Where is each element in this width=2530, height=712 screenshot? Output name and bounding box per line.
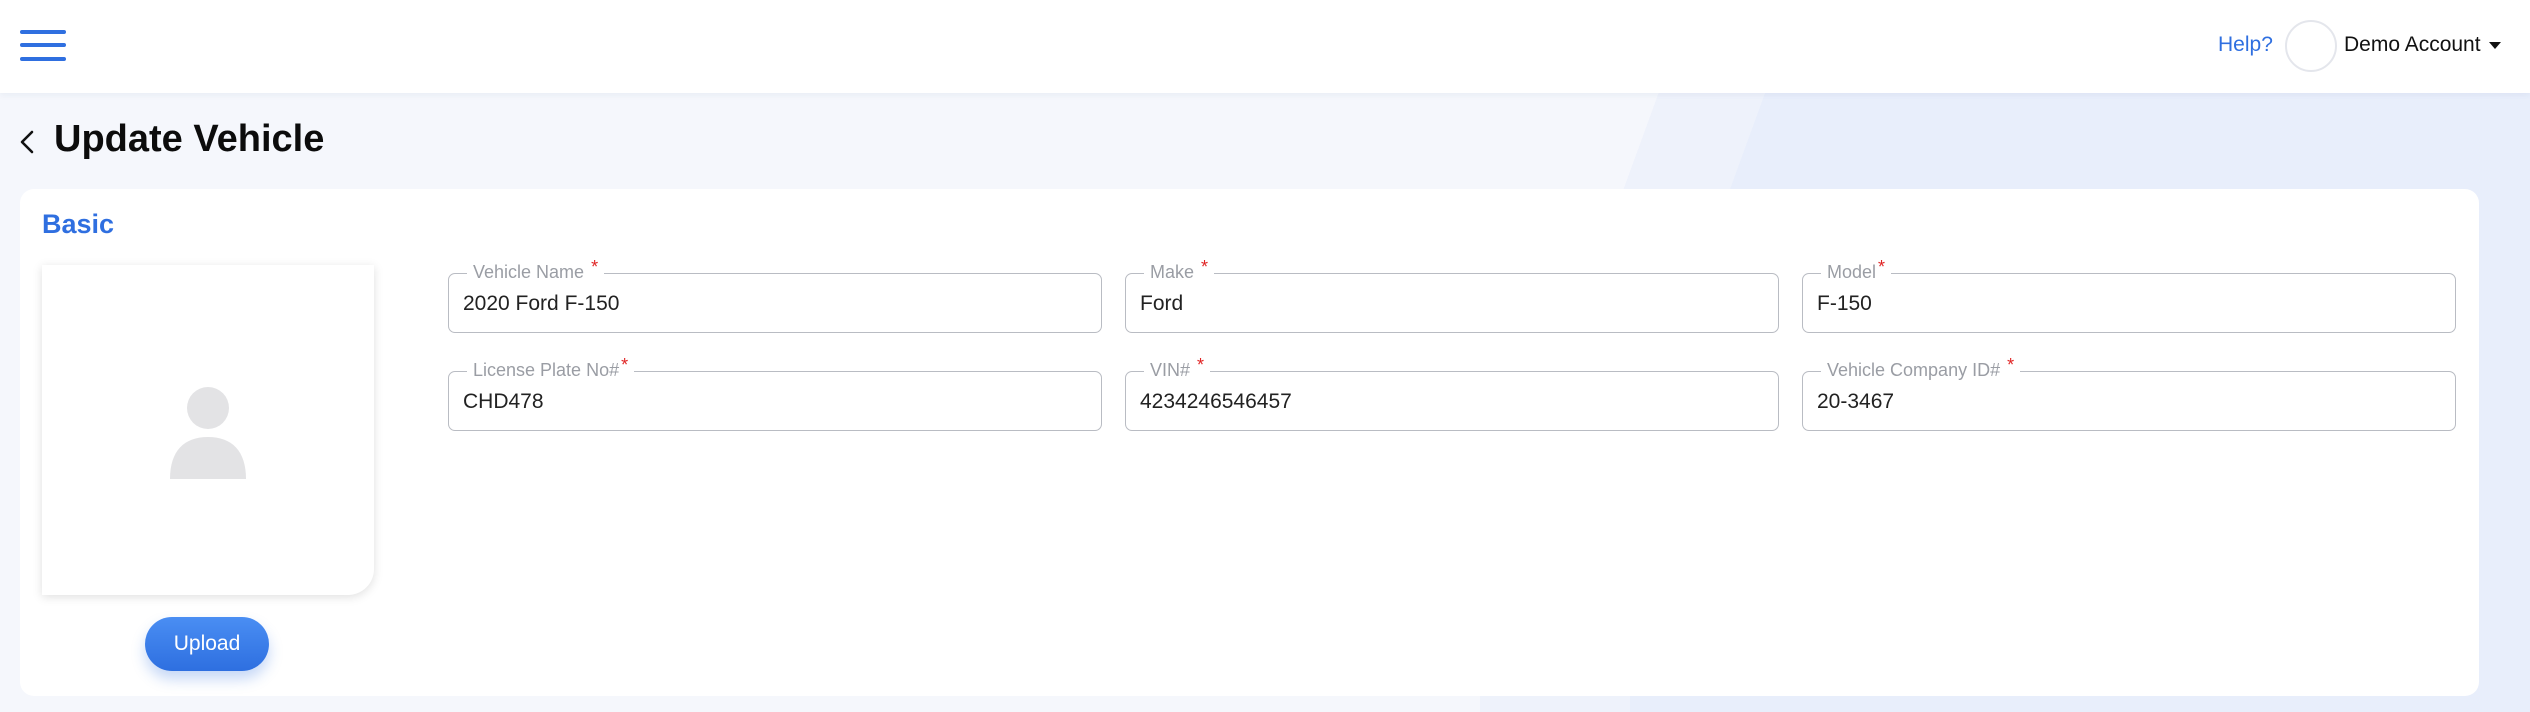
basic-info-card: Basic Upload Vehicle Name * Make * Model… xyxy=(20,189,2479,696)
vin-input[interactable] xyxy=(1140,386,1760,418)
required-marker: * xyxy=(1197,355,1205,375)
person-placeholder-icon xyxy=(170,387,246,479)
account-name: Demo Account xyxy=(2344,33,2481,56)
account-menu[interactable]: Demo Account xyxy=(2344,33,2501,57)
required-marker: * xyxy=(591,257,599,277)
model-input[interactable] xyxy=(1817,288,2437,320)
field-label: Vehicle Name * xyxy=(467,257,605,284)
model-field: Model * xyxy=(1802,257,2456,333)
chevron-left-icon[interactable] xyxy=(16,128,40,156)
company-id-field: Vehicle Company ID# * xyxy=(1802,355,2456,431)
field-label: License Plate No# * xyxy=(467,355,635,382)
company-id-input[interactable] xyxy=(1817,386,2437,418)
vehicle-name-field: Vehicle Name * xyxy=(448,257,1102,333)
section-title: Basic xyxy=(42,209,115,239)
caret-down-icon xyxy=(2488,41,2501,49)
make-input[interactable] xyxy=(1140,288,1760,320)
field-label: Model * xyxy=(1821,257,1892,284)
license-plate-field: License Plate No# * xyxy=(448,355,1102,431)
field-label: Vehicle Company ID# * xyxy=(1821,355,2021,382)
vehicle-name-input[interactable] xyxy=(463,288,1083,320)
help-link[interactable]: Help? xyxy=(2218,33,2273,57)
required-marker: * xyxy=(621,355,629,375)
page-title: Update Vehicle xyxy=(54,118,325,160)
make-field: Make * xyxy=(1125,257,1779,333)
required-marker: * xyxy=(1201,257,1209,277)
vin-field: VIN# * xyxy=(1125,355,1779,431)
top-bar: Help? Demo Account xyxy=(0,0,2530,93)
required-marker: * xyxy=(1878,257,1886,277)
vehicle-photo-placeholder xyxy=(42,265,374,595)
field-label: VIN# * xyxy=(1144,355,1211,382)
required-marker: * xyxy=(2007,355,2015,375)
upload-button[interactable]: Upload xyxy=(145,617,269,671)
hamburger-menu-icon[interactable] xyxy=(20,30,66,62)
license-plate-input[interactable] xyxy=(463,386,1083,418)
avatar[interactable] xyxy=(2285,20,2337,72)
field-label: Make * xyxy=(1144,257,1215,284)
